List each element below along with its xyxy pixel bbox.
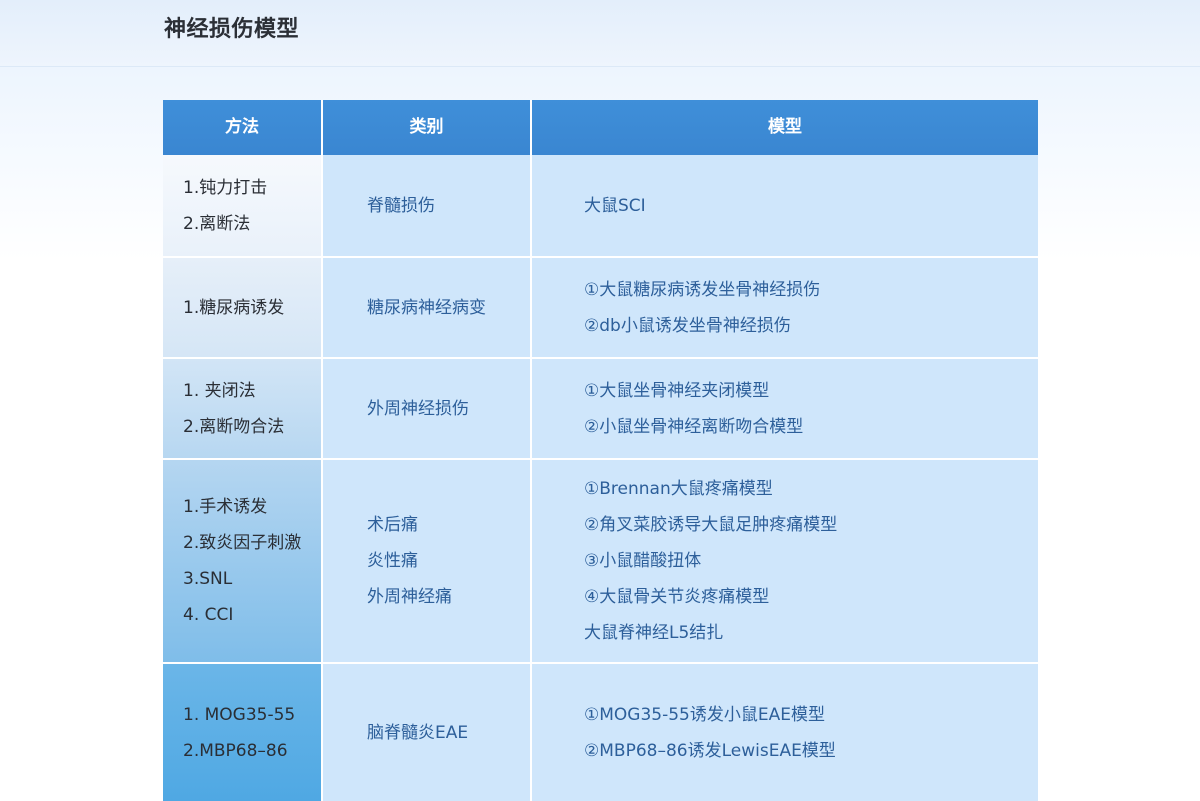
method-line: 2.致炎因子刺激 [183,533,302,553]
category-line: 糖尿病神经病变 [367,297,486,318]
method-cell: 1.钝力打击 2.离断法 [163,155,323,256]
model-line: ②db小鼠诱发坐骨神经损伤 [584,315,791,336]
model-line: ①大鼠糖尿病诱发坐骨神经损伤 [584,279,821,300]
method-line: 1. MOG35-55 [183,704,296,725]
category-line: 外周神经痛 [367,587,452,607]
model-cell: ①Brennan大鼠疼痛模型 ②角叉菜胶诱导大鼠足肿疼痛模型 ③小鼠醋酸扭体 ④… [532,460,1038,662]
model-line: ①Brennan大鼠疼痛模型 [584,479,773,499]
model-cell: ①大鼠糖尿病诱发坐骨神经损伤 ②db小鼠诱发坐骨神经损伤 [532,258,1038,357]
method-line: 1.钝力打击 [183,177,268,198]
method-cell: 1.糖尿病诱发 [163,258,323,357]
table-header-row: 方法 类别 模型 [163,100,1038,155]
category-cell: 脑脊髓炎EAE [323,664,532,801]
method-cell: 1. 夹闭法 2.离断吻合法 [163,359,323,458]
method-cell: 1.手术诱发 2.致炎因子刺激 3.SNL 4. CCI [163,460,323,662]
method-line: 1.糖尿病诱发 [183,297,285,318]
page-header: 神经损伤模型 [0,0,1200,67]
model-line: ②角叉菜胶诱导大鼠足肿疼痛模型 [584,515,838,535]
header-category: 类别 [323,100,532,155]
model-line: ①MOG35-55诱发小鼠EAE模型 [584,704,825,725]
model-cell: ①大鼠坐骨神经夹闭模型 ②小鼠坐骨神经离断吻合模型 [532,359,1038,458]
model-line: ①大鼠坐骨神经夹闭模型 [584,380,770,401]
category-cell: 脊髓损伤 [323,155,532,256]
category-cell: 术后痛 炎性痛 外周神经痛 [323,460,532,662]
table-row: 1. MOG35-55 2.MBP68–86 脑脊髓炎EAE ①MOG35-55… [163,664,1038,801]
model-line: ②MBP68–86诱发LewisEAE模型 [584,740,836,761]
method-line: 4. CCI [183,605,234,625]
page-title: 神经损伤模型 [164,17,300,42]
model-line: 大鼠SCI [584,195,646,216]
category-line: 脊髓损伤 [367,195,435,216]
method-line: 2.离断吻合法 [183,416,285,437]
method-line: 1. 夹闭法 [183,380,256,401]
method-line: 3.SNL [183,569,233,589]
model-cell: 大鼠SCI [532,155,1038,256]
header-model: 模型 [532,100,1038,155]
model-cell: ①MOG35-55诱发小鼠EAE模型 ②MBP68–86诱发LewisEAE模型 [532,664,1038,801]
method-cell: 1. MOG35-55 2.MBP68–86 [163,664,323,801]
category-line: 外周神经损伤 [367,398,469,419]
model-line: ②小鼠坐骨神经离断吻合模型 [584,416,804,437]
category-line: 脑脊髓炎EAE [367,722,469,743]
table-row: 1.糖尿病诱发 糖尿病神经病变 ①大鼠糖尿病诱发坐骨神经损伤 ②db小鼠诱发坐骨… [163,258,1038,357]
table-row: 1.钝力打击 2.离断法 脊髓损伤 大鼠SCI [163,155,1038,256]
model-line: ④大鼠骨关节炎疼痛模型 [584,587,770,607]
method-line: 2.MBP68–86 [183,740,288,761]
table-row: 1.手术诱发 2.致炎因子刺激 3.SNL 4. CCI 术后痛 炎性痛 外周神… [163,460,1038,662]
method-line: 1.手术诱发 [183,497,268,517]
category-cell: 外周神经损伤 [323,359,532,458]
category-cell: 糖尿病神经病变 [323,258,532,357]
category-line: 术后痛 [367,515,418,535]
model-line: 大鼠脊神经L5结扎 [584,623,724,643]
header-method: 方法 [163,100,323,155]
method-line: 2.离断法 [183,213,251,234]
model-line: ③小鼠醋酸扭体 [584,551,702,571]
table-row: 1. 夹闭法 2.离断吻合法 外周神经损伤 ①大鼠坐骨神经夹闭模型 ②小鼠坐骨神… [163,359,1038,458]
category-line: 炎性痛 [367,551,418,571]
